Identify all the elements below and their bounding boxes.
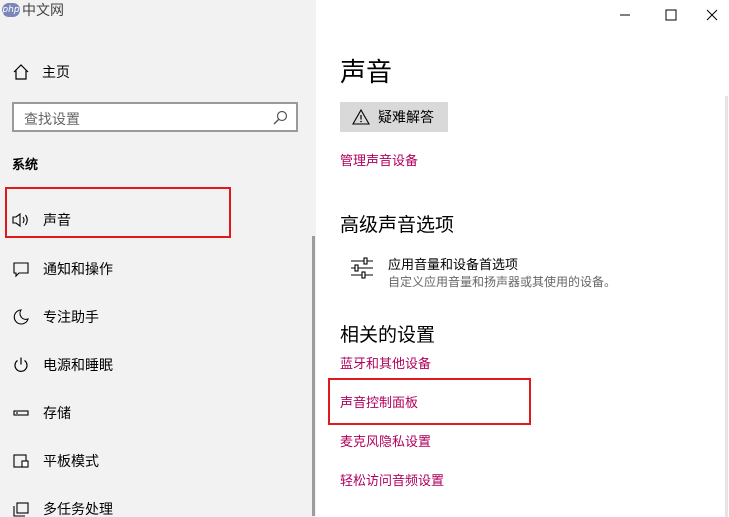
- watermark: php 中文网: [2, 0, 64, 20]
- search-icon: [273, 110, 288, 125]
- sidebar-item-label: 专注助手: [43, 310, 99, 326]
- search-placeholder: 查找设置: [24, 112, 80, 128]
- sidebar-item-label: 通知和操作: [43, 262, 113, 278]
- tablet-icon: [11, 451, 31, 471]
- related-settings-heading: 相关的设置: [340, 324, 436, 346]
- maximize-icon: [665, 9, 677, 21]
- message-icon: [11, 259, 31, 279]
- app-volume-description: 自定义应用音量和扬声器或其使用的设备。: [388, 275, 617, 289]
- bluetooth-devices-link[interactable]: 蓝牙和其他设备: [340, 353, 431, 372]
- sidebar-item-label: 平板模式: [43, 454, 99, 470]
- search-input[interactable]: 查找设置: [12, 102, 298, 132]
- sidebar-item-tablet-mode[interactable]: 平板模式: [0, 445, 300, 477]
- advanced-sound-heading: 高级声音选项: [340, 214, 455, 236]
- php-logo: php: [2, 3, 20, 17]
- troubleshoot-button[interactable]: 疑难解答: [340, 102, 448, 132]
- app-volume-option[interactable]: 应用音量和设备首选项: [388, 254, 518, 273]
- sidebar-item-focus-assist[interactable]: 专注助手: [0, 301, 300, 333]
- home-label: 主页: [42, 65, 70, 81]
- watermark-text: 中文网: [22, 3, 64, 19]
- sidebar-item-label: 存储: [43, 406, 71, 422]
- highlight-box: [5, 187, 231, 238]
- minimize-icon: [620, 14, 630, 16]
- settings-sidebar: php 中文网 主页 查找设置 系统 声音 通知和操作 专注助手 电源和睡眠 存…: [0, 0, 316, 517]
- storage-icon: [11, 403, 31, 423]
- microphone-privacy-link[interactable]: 麦克风隐私设置: [340, 431, 431, 450]
- warning-icon: [352, 109, 370, 125]
- sidebar-item-power-sleep[interactable]: 电源和睡眠: [0, 349, 300, 381]
- close-button[interactable]: [694, 0, 729, 30]
- sidebar-item-home[interactable]: 主页: [12, 60, 70, 84]
- troubleshoot-label: 疑难解答: [378, 110, 434, 126]
- minimize-button[interactable]: [602, 0, 648, 30]
- sidebar-scrollbar[interactable]: [312, 236, 315, 516]
- close-icon: [706, 9, 717, 21]
- sound-settings-page: 声音 疑难解答 管理声音设备 高级声音选项 应用音量和设备首选项 自定义应用音量…: [316, 0, 729, 517]
- main-scrollbar[interactable]: [725, 96, 728, 517]
- moon-icon: [11, 307, 31, 327]
- power-icon: [11, 355, 31, 375]
- category-heading: 系统: [12, 158, 39, 173]
- manage-sound-devices-link[interactable]: 管理声音设备: [340, 150, 418, 169]
- sidebar-item-label: 多任务处理: [43, 502, 113, 517]
- sidebar-item-label: 电源和睡眠: [43, 358, 113, 374]
- home-icon: [13, 64, 29, 80]
- maximize-button[interactable]: [648, 0, 694, 30]
- page-title: 声音: [340, 58, 393, 88]
- ease-of-access-audio-link[interactable]: 轻松访问音频设置: [340, 470, 444, 489]
- sidebar-item-multitasking[interactable]: 多任务处理: [0, 493, 300, 517]
- highlight-box: [328, 378, 531, 425]
- sidebar-item-storage[interactable]: 存储: [0, 397, 300, 429]
- multitask-icon: [11, 499, 31, 517]
- sliders-icon: [351, 257, 373, 279]
- sidebar-item-notifications[interactable]: 通知和操作: [0, 253, 300, 285]
